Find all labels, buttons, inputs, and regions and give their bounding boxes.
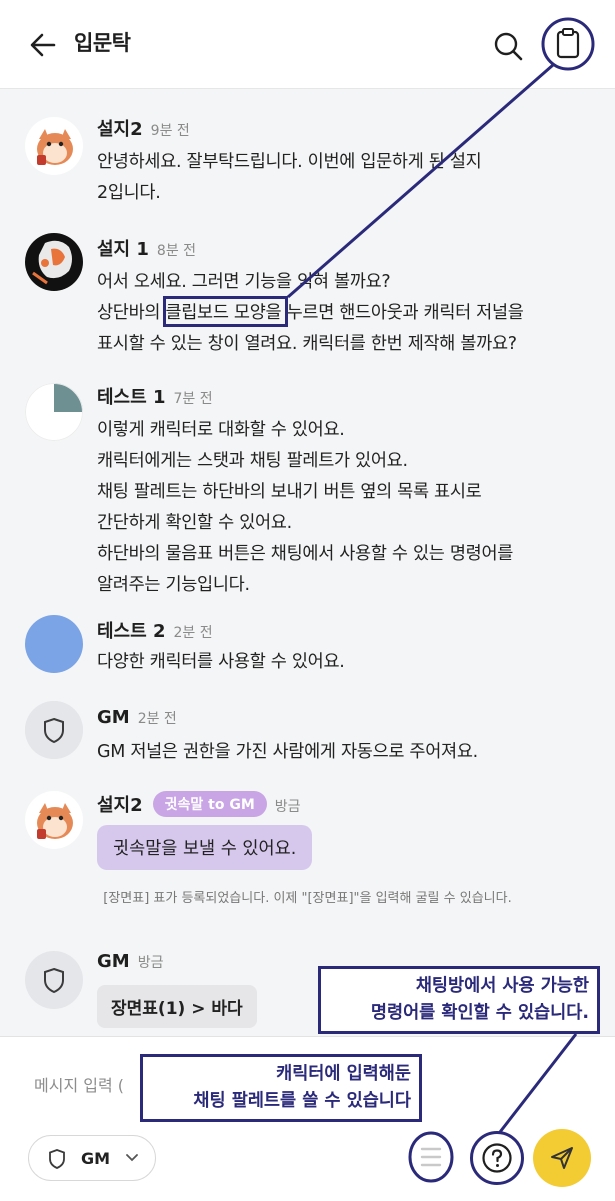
- author-name: 테스트 1: [97, 387, 166, 408]
- timestamp: 9분 전: [150, 123, 190, 139]
- whisper-bubble: 귓속말을 보낼 수 있어요.: [97, 825, 313, 870]
- message-line: 어서 오세요. 그러면 기능을 익혀 볼까요?: [97, 272, 391, 292]
- avatar: [25, 615, 83, 673]
- chevron-down-icon: [126, 1154, 138, 1162]
- whisper-badge: 귓속말 to GM: [152, 791, 267, 817]
- avatar: [25, 951, 83, 1009]
- message-header: 설지 1 8분 전: [97, 235, 196, 261]
- question-icon: [482, 1143, 512, 1173]
- back-arrow-icon[interactable]: [28, 30, 58, 60]
- timestamp: 8분 전: [156, 243, 197, 259]
- top-bar: 입문탁: [0, 0, 615, 88]
- message-text: 다양한 캐릭터를 사용할 수 있어요.: [97, 647, 587, 678]
- message-line: 안녕하세요. 잘부탁드립니다. 이번에 입문하게 된 설지: [97, 152, 482, 172]
- author-name: 설지2: [97, 795, 143, 816]
- timestamp: 2분 전: [173, 625, 213, 641]
- timestamp: 7분 전: [173, 391, 213, 407]
- message-line: 2입니다.: [97, 183, 161, 203]
- author-name: 테스트 2: [97, 621, 166, 642]
- message-line: 알려주는 기능입니다.: [97, 575, 250, 595]
- author-name: 설지 1: [97, 239, 149, 260]
- message-line: 다양한 캐릭터를 사용할 수 있어요.: [97, 652, 345, 672]
- command-result: 장면표(1) > 바다: [97, 985, 257, 1028]
- message-line: 채팅 팔레트는 하단바의 보내기 버튼 옆의 목록 표시로: [97, 482, 482, 502]
- palette-callout: 캐릭터에 입력해둔 채팅 팔레트를 쓸 수 있습니다: [140, 1054, 422, 1122]
- message-header: 설지2 귓속말 to GM 방금: [97, 791, 301, 817]
- author-name: 설지2: [97, 119, 143, 140]
- message-header: 테스트 2 2분 전: [97, 617, 213, 643]
- message-header: 설지2 9분 전: [97, 115, 190, 141]
- message-text: 안녕하세요. 잘부탁드립니다. 이번에 입문하게 된 설지 2입니다.: [97, 147, 587, 209]
- character-selector[interactable]: GM: [28, 1135, 156, 1181]
- callout-line: 채팅방에서 사용 가능한: [415, 976, 589, 996]
- message-line: 간단하게 확인할 수 있어요.: [97, 513, 292, 533]
- chat-log[interactable]: 설지2 9분 전 안녕하세요. 잘부탁드립니다. 이번에 입문하게 된 설지 2입…: [0, 88, 615, 1036]
- send-icon: [551, 1147, 573, 1169]
- message-text: 이렇게 캐릭터로 대화할 수 있어요. 캐릭터에게는 스탯과 채팅 팔레트가 있…: [97, 415, 587, 601]
- avatar: [25, 117, 83, 175]
- timestamp: 방금: [274, 799, 301, 815]
- callout-line: 캐릭터에 입력해둔: [276, 1064, 411, 1084]
- clipboard-button[interactable]: [541, 17, 595, 71]
- selected-character: GM: [81, 1149, 111, 1168]
- send-button[interactable]: [533, 1129, 591, 1187]
- message-line: 하단바의 물음표 버튼은 채팅에서 사용할 수 있는 명령어를: [97, 544, 514, 564]
- commands-callout: 채팅방에서 사용 가능한 명령어를 확인할 수 있습니다.: [318, 966, 600, 1034]
- message-header: 테스트 1 7분 전: [97, 383, 213, 409]
- room-title: 입문탁: [74, 31, 131, 55]
- avatar: [25, 701, 83, 759]
- timestamp: 2분 전: [137, 711, 177, 727]
- clipboard-phrase-highlight: [163, 296, 288, 327]
- callout-line: 채팅 팔레트를 쓸 수 있습니다: [193, 1091, 411, 1111]
- author-name: GM: [97, 707, 130, 728]
- message-line: GM 저널은 권한을 가진 사람에게 자동으로 주어져요.: [97, 742, 478, 762]
- chat-palette-button[interactable]: [406, 1129, 456, 1185]
- message-line: 표시할 수 있는 창이 열려요. 캐릭터를 한번 제작해 볼까요?: [97, 334, 517, 354]
- message-line: 캐릭터에게는 스탯과 채팅 팔레트가 있어요.: [97, 451, 408, 471]
- message-header: GM 방금: [97, 951, 163, 972]
- shield-icon: [49, 1149, 65, 1169]
- timestamp: 방금: [137, 955, 164, 971]
- search-icon[interactable]: [492, 30, 524, 62]
- help-button[interactable]: [470, 1131, 524, 1185]
- avatar: [25, 791, 83, 849]
- author-name: GM: [97, 951, 130, 972]
- callout-line: 명령어를 확인할 수 있습니다.: [370, 1003, 589, 1023]
- avatar: [25, 383, 83, 441]
- message-text: GM 저널은 권한을 가진 사람에게 자동으로 주어져요.: [97, 737, 587, 768]
- system-notice: [장면표] 표가 등록되었습니다. 이제 "[장면표]"을 입력해 굴릴 수 있…: [103, 891, 512, 906]
- message-header: GM 2분 전: [97, 707, 177, 728]
- message-line: 이렇게 캐릭터로 대화할 수 있어요.: [97, 420, 345, 440]
- avatar: [25, 233, 83, 291]
